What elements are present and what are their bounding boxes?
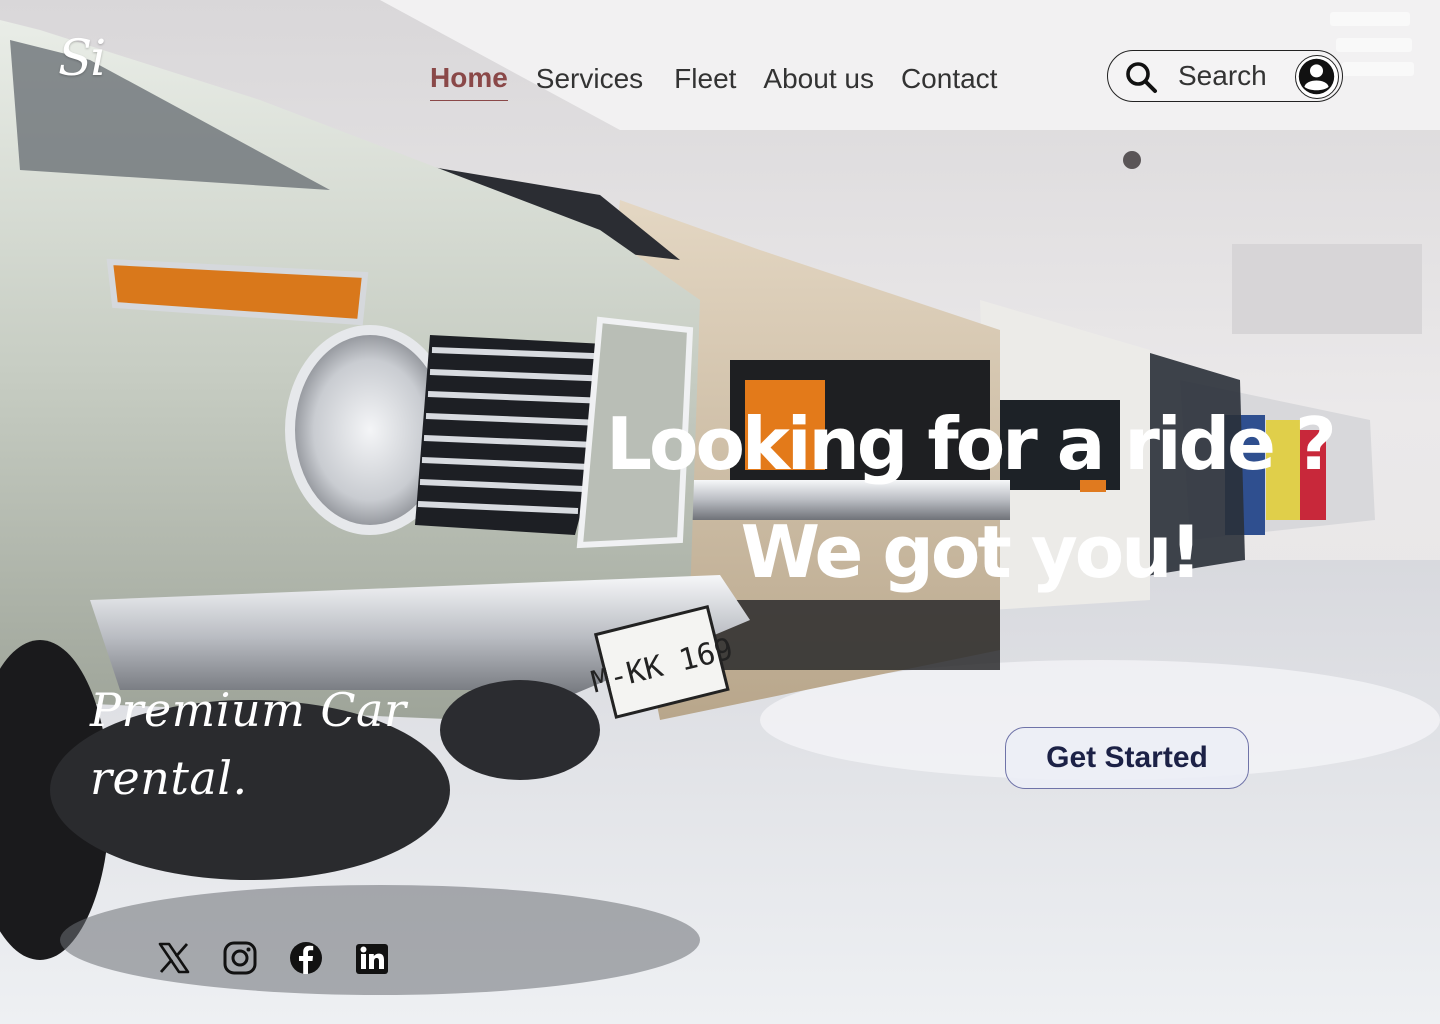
hero-headline-line2: We got you! <box>740 510 1203 594</box>
search-icon[interactable] <box>1124 60 1158 94</box>
user-account-button[interactable] <box>1295 55 1339 99</box>
linkedin-icon[interactable] <box>354 940 390 976</box>
nav-item-home[interactable]: Home <box>430 58 508 101</box>
instagram-icon[interactable] <box>222 940 258 976</box>
nav-item-fleet[interactable]: Fleet <box>674 59 736 101</box>
facebook-icon[interactable] <box>288 940 324 976</box>
x-twitter-icon[interactable] <box>156 940 192 976</box>
nav-item-services[interactable]: Services <box>536 59 643 101</box>
search-bar <box>1107 50 1343 102</box>
brand-logo[interactable]: Si <box>58 30 106 86</box>
hero-headline-line1: Looking for a ride ? <box>606 402 1337 486</box>
main-nav: Home Services Fleet About us Contact <box>430 58 997 101</box>
nav-item-contact[interactable]: Contact <box>901 59 998 101</box>
get-started-button[interactable]: Get Started <box>1005 727 1249 789</box>
hero-tagline: Premium Car rental. <box>90 676 450 812</box>
nav-item-about-us[interactable]: About us <box>763 59 874 101</box>
hero-tagline-line2: rental. <box>90 751 248 805</box>
hero-headline: Looking for a ride ? We got you! <box>600 390 1340 606</box>
hero-tagline-line1: Premium Car <box>90 683 407 737</box>
social-links <box>156 940 390 976</box>
search-input[interactable] <box>1178 57 1298 95</box>
user-icon <box>1298 58 1335 95</box>
